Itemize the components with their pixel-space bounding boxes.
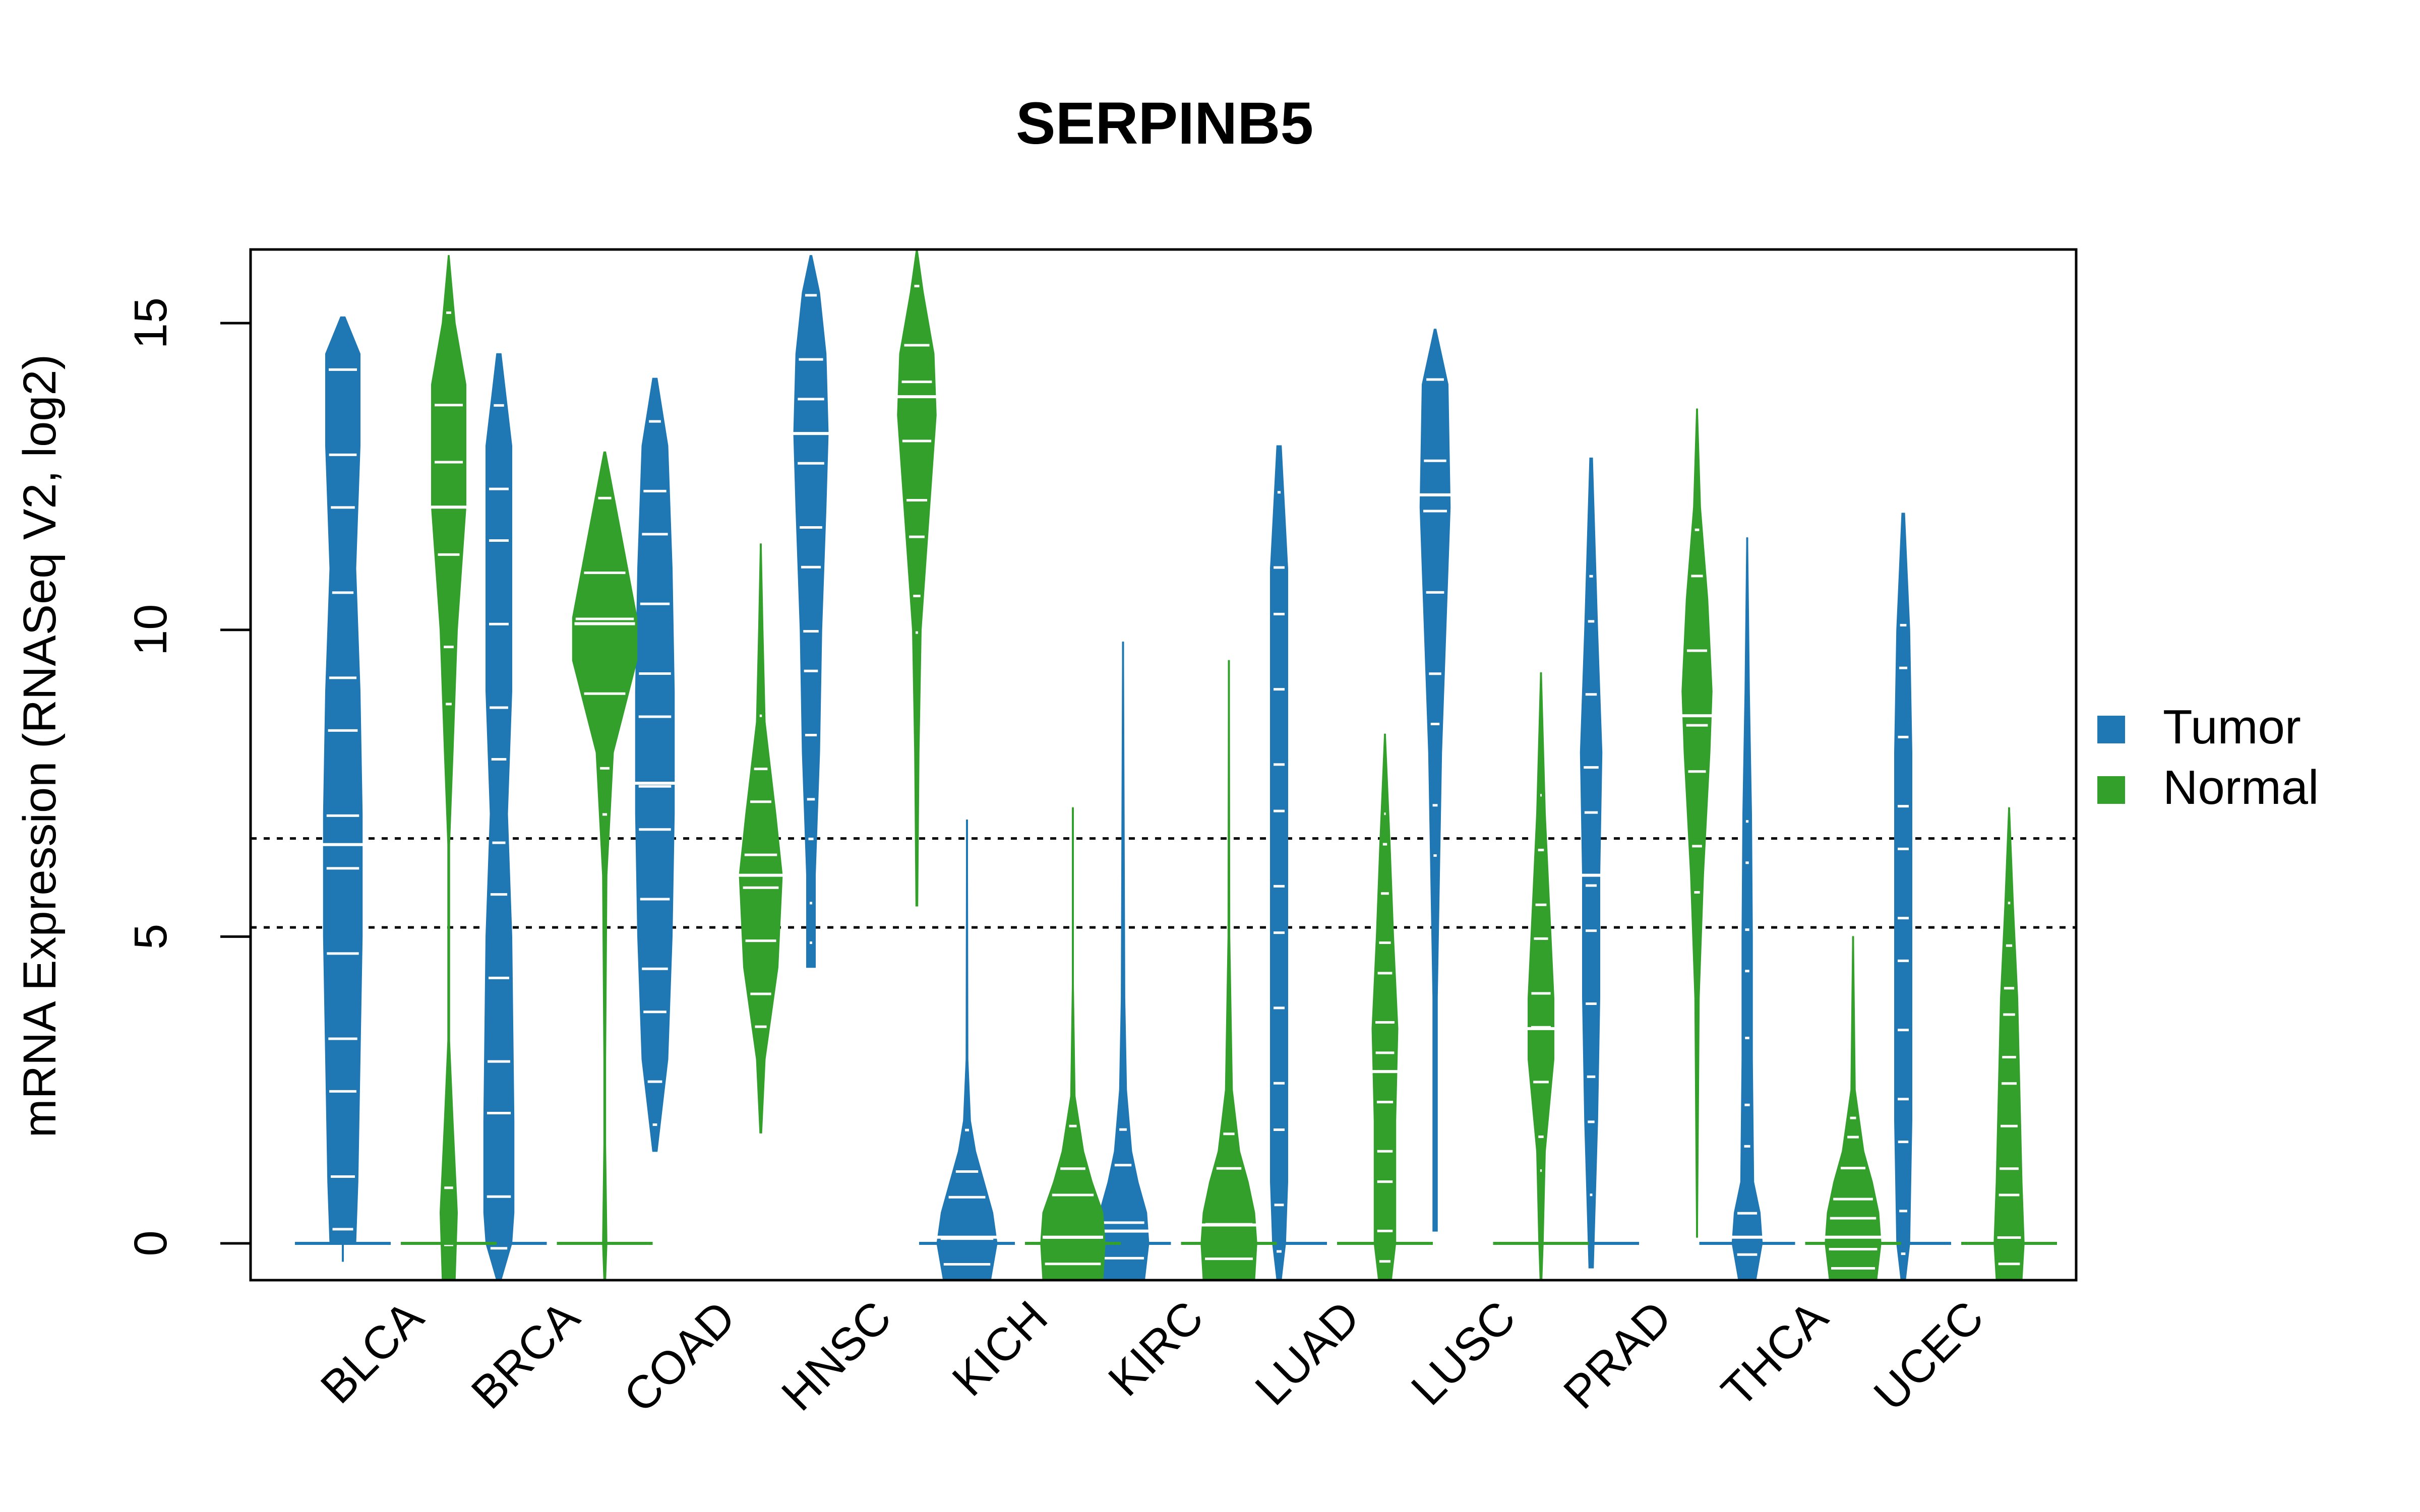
violin-body [635, 377, 675, 1152]
y-tick-label: 5 [125, 924, 176, 950]
violin-body [1270, 445, 1288, 1281]
legend-swatch-normal [2097, 776, 2125, 804]
legend-label-tumor: Tumor [2163, 700, 2301, 754]
y-tick-label: 15 [125, 297, 176, 349]
chart-title: SERPINB5 [1016, 90, 1313, 157]
background [0, 0, 2420, 1512]
legend-swatch-tumor [2097, 716, 2125, 743]
violin-body [1894, 513, 1912, 1281]
y-tick-label: 10 [125, 604, 176, 656]
y-tick-label: 0 [125, 1230, 176, 1256]
y-axis-label: mRNA Expression (RNASeq V2, log2) [14, 354, 66, 1138]
violin-chart: SERPINB5 mRNA Expression (RNASeq V2, log… [0, 0, 2420, 1512]
legend-label-normal: Normal [2163, 761, 2319, 814]
